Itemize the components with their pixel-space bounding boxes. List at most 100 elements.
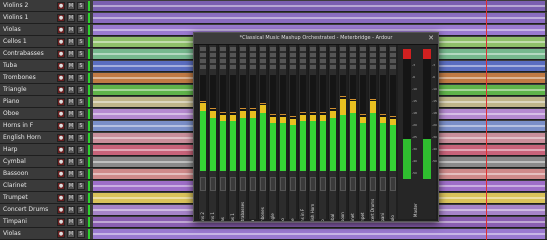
strip-button[interactable] xyxy=(360,65,366,69)
strip-button[interactable] xyxy=(200,59,206,63)
solo-button[interactable]: S xyxy=(77,98,85,106)
audio-region[interactable] xyxy=(93,13,545,23)
strip-button[interactable] xyxy=(300,47,306,51)
strip-button[interactable] xyxy=(240,65,246,69)
strip-button[interactable] xyxy=(330,47,336,51)
solo-button[interactable]: S xyxy=(77,230,85,238)
record-arm-button[interactable]: ● xyxy=(57,62,65,70)
track-header[interactable]: Tuba ● M S xyxy=(0,60,91,72)
mute-button[interactable]: M xyxy=(67,86,75,94)
mute-button[interactable]: M xyxy=(67,98,75,106)
mute-button[interactable]: M xyxy=(67,230,75,238)
audio-region[interactable] xyxy=(93,1,545,11)
strip-fader[interactable] xyxy=(360,177,366,191)
record-arm-button[interactable]: ● xyxy=(57,218,65,226)
strip-button[interactable] xyxy=(370,59,376,63)
solo-button[interactable]: S xyxy=(77,194,85,202)
strip-button[interactable] xyxy=(240,47,246,51)
strip-button[interactable] xyxy=(320,65,326,69)
record-arm-button[interactable]: ● xyxy=(57,74,65,82)
strip-fader[interactable] xyxy=(220,177,226,191)
track-name[interactable]: Piano xyxy=(3,97,19,107)
solo-button[interactable]: S xyxy=(77,182,85,190)
track-header[interactable]: Bassoon ● M S xyxy=(0,168,91,180)
strip-button[interactable] xyxy=(250,47,256,51)
audio-region[interactable] xyxy=(93,229,545,239)
solo-button[interactable]: S xyxy=(77,50,85,58)
solo-button[interactable]: S xyxy=(77,134,85,142)
strip-button[interactable] xyxy=(250,59,256,63)
track-header[interactable]: Timpani ● M S xyxy=(0,216,91,228)
strip-button[interactable] xyxy=(230,47,236,51)
strip-button[interactable] xyxy=(390,53,396,57)
track-name[interactable]: Violins 1 xyxy=(3,13,28,23)
strip-fader[interactable] xyxy=(320,177,326,191)
strip-button[interactable] xyxy=(220,59,226,63)
track-name[interactable]: Violas xyxy=(3,229,21,239)
track-row[interactable]: Violins 2 ● M S xyxy=(0,0,547,12)
strip-button[interactable] xyxy=(350,59,356,63)
strip-button[interactable] xyxy=(200,53,206,57)
track-header[interactable]: Cymbal ● M S xyxy=(0,156,91,168)
strip-button[interactable] xyxy=(330,65,336,69)
strip-button[interactable] xyxy=(260,53,266,57)
strip-fader[interactable] xyxy=(340,177,346,191)
strip-button[interactable] xyxy=(270,47,276,51)
strip-button[interactable] xyxy=(380,65,386,69)
mute-button[interactable]: M xyxy=(67,182,75,190)
track-name[interactable]: Violas xyxy=(3,25,21,35)
strip-button[interactable] xyxy=(280,65,286,69)
track-name[interactable]: Cymbal xyxy=(3,157,26,167)
strip-button[interactable] xyxy=(210,65,216,69)
strip-fader[interactable] xyxy=(210,177,216,191)
strip-button[interactable] xyxy=(310,59,316,63)
strip-button[interactable] xyxy=(350,65,356,69)
mute-button[interactable]: M xyxy=(67,110,75,118)
track-header[interactable]: Clarinet ● M S xyxy=(0,180,91,192)
solo-button[interactable]: S xyxy=(77,158,85,166)
track-name[interactable]: Contrabasses xyxy=(3,49,44,59)
track-name[interactable]: Cellos 1 xyxy=(3,37,27,47)
strip-button[interactable] xyxy=(330,53,336,57)
strip-button[interactable] xyxy=(220,53,226,57)
track-name[interactable]: Trumpet xyxy=(3,193,28,203)
track-header[interactable]: Cellos 1 ● M S xyxy=(0,36,91,48)
strip-button[interactable] xyxy=(230,59,236,63)
strip-button[interactable] xyxy=(230,53,236,57)
solo-button[interactable]: S xyxy=(77,74,85,82)
track-row[interactable]: Violas ● M S xyxy=(0,228,547,240)
mute-button[interactable]: M xyxy=(67,158,75,166)
strip-button[interactable] xyxy=(370,65,376,69)
strip-button[interactable] xyxy=(360,53,366,57)
track-name[interactable]: Triangle xyxy=(3,85,27,95)
solo-button[interactable]: S xyxy=(77,218,85,226)
track-name[interactable]: Concert Drums xyxy=(3,205,48,215)
solo-button[interactable]: S xyxy=(77,14,85,22)
track-header[interactable]: Harp ● M S xyxy=(0,144,91,156)
mute-button[interactable]: M xyxy=(67,218,75,226)
strip-button[interactable] xyxy=(300,65,306,69)
track-row[interactable]: Violins 1 ● M S xyxy=(0,12,547,24)
strip-button[interactable] xyxy=(320,59,326,63)
track-header[interactable]: Piano ● M S xyxy=(0,96,91,108)
record-arm-button[interactable]: ● xyxy=(57,50,65,58)
record-arm-button[interactable]: ● xyxy=(57,98,65,106)
record-arm-button[interactable]: ● xyxy=(57,230,65,238)
record-arm-button[interactable]: ● xyxy=(57,206,65,214)
strip-fader[interactable] xyxy=(380,177,386,191)
record-arm-button[interactable]: ● xyxy=(57,38,65,46)
mute-button[interactable]: M xyxy=(67,74,75,82)
strip-button[interactable] xyxy=(290,53,296,57)
mute-button[interactable]: M xyxy=(67,206,75,214)
strip-button[interactable] xyxy=(270,53,276,57)
strip-fader[interactable] xyxy=(330,177,336,191)
track-name[interactable]: Bassoon xyxy=(3,169,28,179)
track-header[interactable]: English Horn ● M S xyxy=(0,132,91,144)
strip-button[interactable] xyxy=(240,53,246,57)
strip-button[interactable] xyxy=(320,53,326,57)
strip-button[interactable] xyxy=(250,53,256,57)
strip-fader[interactable] xyxy=(290,177,296,191)
solo-button[interactable]: S xyxy=(77,146,85,154)
strip-button[interactable] xyxy=(340,65,346,69)
strip-fader[interactable] xyxy=(270,177,276,191)
